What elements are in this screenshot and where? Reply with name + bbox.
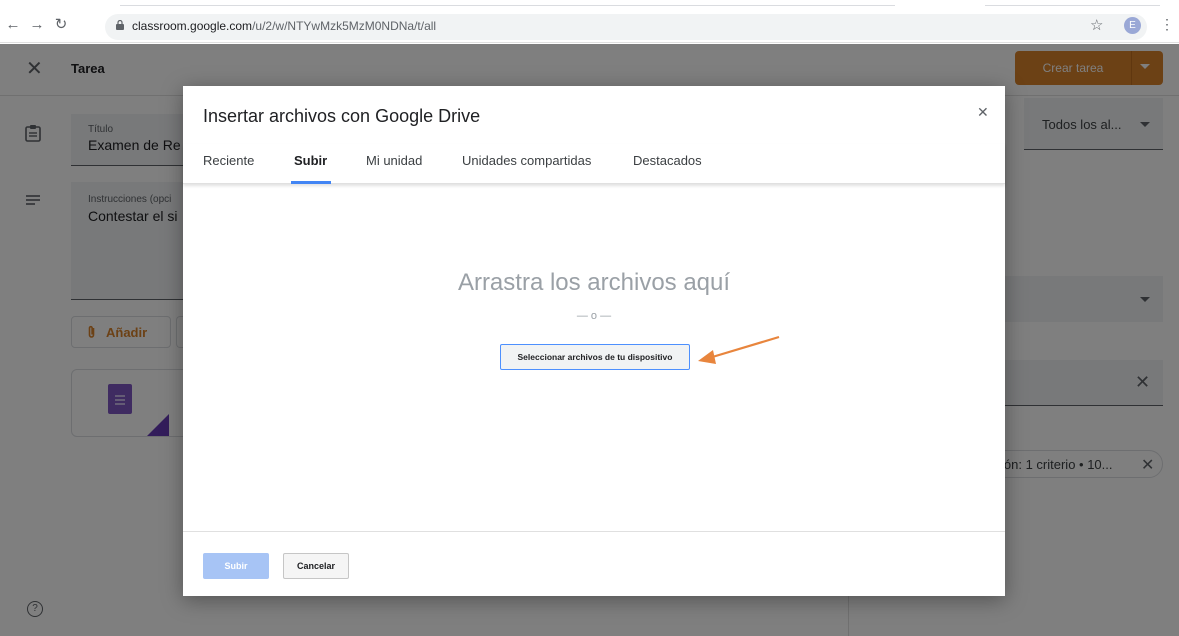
tab-unidades-compartidas[interactable]: Unidades compartidas [462,153,591,168]
upload-button[interactable]: Subir [203,553,269,579]
picker-tabs: Reciente Subir Mi unidad Unidades compar… [183,144,1005,184]
select-files-button[interactable]: Seleccionar archivos de tu dispositivo [500,344,690,370]
active-tab-indicator [291,181,331,184]
callout-arrow-icon [695,334,785,366]
browser-toolbar: ← → ↻ classroom.google.com/u/2/w/NTYwMzk… [0,0,1179,43]
dialog-footer: Subir Cancelar [183,531,1005,596]
url-path: /u/2/w/NTYwMzk5MzM0NDNa/t/all [252,19,437,33]
bookmark-star-icon[interactable]: ☆ [1090,16,1103,34]
browser-menu-icon[interactable]: ⋮ [1160,16,1174,33]
tab-reciente[interactable]: Reciente [203,153,254,168]
back-icon[interactable]: ← [4,17,22,33]
drop-zone-text: Arrastra los archivos aquí [457,269,731,296]
tab-mi-unidad[interactable]: Mi unidad [366,153,422,168]
browser-tab-active[interactable] [120,0,895,6]
tab-subir[interactable]: Subir [294,153,327,168]
dialog-title: Insertar archivos con Google Drive [203,106,481,126]
browser-tab[interactable] [985,0,1160,6]
drive-picker-dialog: Insertar archivos con Google Drive ✕ Rec… [183,86,1005,596]
reload-icon[interactable]: ↻ [52,17,70,33]
cancel-button[interactable]: Cancelar [283,553,349,579]
dialog-close-icon[interactable]: ✕ [977,104,989,121]
tab-destacados[interactable]: Destacados [633,153,702,168]
lock-icon [116,20,124,30]
profile-avatar[interactable]: E [1124,17,1141,34]
or-separator: — o — [576,310,612,322]
tab-strip [0,0,1179,8]
url-host: classroom.google.com [132,19,253,33]
url-text[interactable]: classroom.google.com/u/2/w/NTYwMzk5MzM0N… [132,19,436,33]
forward-icon[interactable]: → [28,17,46,33]
